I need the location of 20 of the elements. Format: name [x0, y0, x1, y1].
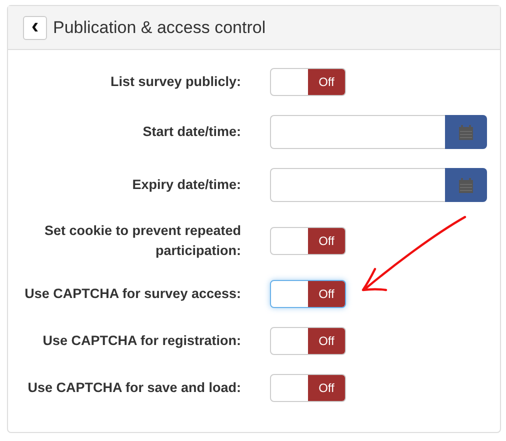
calendar-button[interactable] — [445, 115, 487, 149]
field-label: Use CAPTCHA for survey access: — [24, 285, 241, 303]
toggle-switch[interactable]: Off — [270, 374, 346, 402]
field-label: List survey publicly: — [109, 73, 241, 91]
field-label: Set cookie to prevent repeated participation: — [43, 222, 241, 260]
field-label: Start date/time: — [142, 123, 241, 141]
field-label: Use CAPTCHA for save and load: — [26, 379, 241, 397]
toggle-switch[interactable]: Off — [270, 280, 346, 308]
toggle-switch[interactable]: Off — [270, 227, 346, 255]
date-input[interactable] — [270, 168, 445, 202]
calendar-icon — [459, 124, 473, 140]
field-label: Use CAPTCHA for registration: — [42, 332, 241, 350]
toggle-switch[interactable]: Off — [270, 68, 346, 96]
calendar-button[interactable] — [445, 168, 487, 202]
date-input[interactable] — [270, 115, 445, 149]
calendar-icon — [459, 178, 473, 192]
panel-title: Publication & access control — [53, 18, 266, 38]
field-label: Expiry date/time: — [131, 176, 241, 194]
back-button[interactable]: ‹ — [23, 16, 47, 40]
toggle-switch[interactable]: Off — [270, 327, 346, 355]
